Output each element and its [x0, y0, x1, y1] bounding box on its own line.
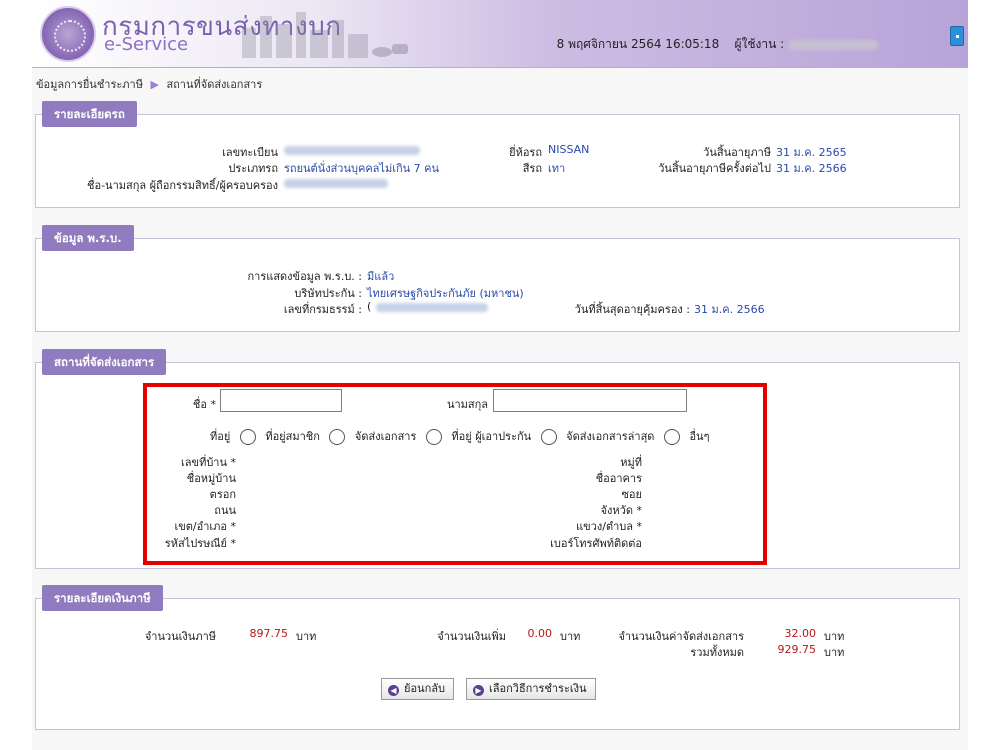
radio-insured-address[interactable] — [425, 429, 442, 445]
option-latest-delivery-label: จัดส่งเอกสารล่าสุด — [566, 430, 655, 443]
phone-label: เบอร์โทรศัพท์ติดต่อ — [550, 537, 642, 550]
vehicle-details-legend: รายละเอียดรถ — [42, 101, 137, 127]
header-info: 8 พฤศจิกายน 2564 16:05:18 ผู้ใช้งาน : — [557, 35, 878, 54]
first-name-input[interactable] — [220, 389, 342, 412]
tax-amount-legend: รายละเอียดเงินภาษี — [42, 585, 163, 611]
eservice-logo-text: e-Service — [104, 34, 189, 55]
next-tax-expiry-label: วันสิ้นอายุภาษีครั้งต่อไป — [658, 162, 771, 175]
choose-payment-button[interactable]: ▶ เลือกวิธีการชำระเงิน — [466, 678, 596, 700]
choose-payment-button-label: เลือกวิธีการชำระเงิน — [489, 682, 587, 695]
redacted-owner-value — [284, 179, 388, 188]
arrow-right-icon: ▶ — [473, 685, 484, 696]
header-banner: กรมการขนส่งทางบก e-Service 8 พฤศจิกายน 2… — [32, 0, 968, 68]
first-name-label: ชื่อ * — [192, 398, 216, 411]
delivery-address-legend: สถานที่จัดส่งเอกสาร — [42, 349, 167, 375]
owner-label: ชื่อ-นามสกุล ผู้ถือกรรมสิทธิ์/ผู้ครอบครอ… — [87, 179, 278, 192]
insurance-legend: ข้อมูล พ.ร.บ. — [42, 225, 134, 251]
vehicle-type-value: รถยนต์นั่งส่วนบุคคลไม่เกิน 7 คน — [284, 162, 440, 175]
back-button[interactable]: ◀ ย้อนกลับ — [381, 678, 454, 700]
total-value: 929.75 — [777, 643, 817, 656]
vehicle-details-section: รายละเอียดรถ เลขทะเบียน ประเภทรถ รถยนต์น… — [35, 101, 960, 208]
logout-button[interactable] — [950, 26, 964, 46]
breadcrumb-item-delivery-address: สถานที่จัดส่งเอกสาร — [166, 78, 263, 91]
address-type-row: ที่อยู่ ที่อยู่สมาชิก จัดส่งเอกสาร ที่อย… — [210, 427, 710, 445]
last-name-label: นามสกุล — [446, 398, 488, 411]
option-member-address-label: ที่อยู่สมาชิก — [265, 430, 320, 443]
insurance-display-label: การแสดงข้อมูล พ.ร.บ. : — [247, 270, 362, 283]
header-user-label: ผู้ใช้งาน : — [734, 37, 785, 51]
breadcrumb-item-tax-submission[interactable]: ข้อมูลการยื่นชำระภาษี — [36, 78, 143, 91]
dlt-seal-logo — [40, 6, 96, 62]
color-label: สีรถ — [522, 162, 542, 175]
color-value: เทา — [548, 162, 566, 175]
tax-amount-label: จำนวนเงินภาษี — [144, 630, 216, 643]
coverage-end-label: วันที่สิ้นสุดอายุคุ้มครอง : — [574, 303, 690, 316]
total-label: รวมทั้งหมด — [690, 646, 744, 659]
extra-amount-label: จำนวนเงินเพิ่ม — [437, 630, 506, 643]
delivery-fee-value: 32.00 — [784, 627, 817, 640]
city-skyline-decoration — [242, 12, 408, 58]
insurance-company-value: ไทยเศรษฐกิจประกันภัย (มหาชน) — [367, 287, 524, 300]
extra-amount-currency: บาท — [560, 630, 581, 643]
option-document-delivery-label: จัดส่งเอกสาร — [354, 430, 417, 443]
subdistrict-label: แขวง/ตำบล * — [576, 520, 642, 533]
back-button-label: ย้อนกลับ — [404, 682, 445, 695]
postal-code-label: รหัสไปรษณีย์ * — [164, 537, 236, 550]
district-label: เขต/อำเภอ * — [174, 520, 236, 533]
insurance-display-value: มีแล้ว — [367, 270, 395, 283]
last-name-input[interactable] — [493, 389, 687, 412]
extra-amount-value: 0.00 — [527, 627, 553, 640]
radio-latest-delivery[interactable] — [540, 429, 557, 445]
radio-other[interactable] — [663, 429, 680, 445]
breadcrumb-arrow-icon: ▶ — [150, 78, 159, 91]
redacted-plate-value — [284, 146, 420, 155]
policy-number-visible-char: ( — [367, 300, 372, 313]
breadcrumb: ข้อมูลการยื่นชำระภาษี ▶ สถานที่จัดส่งเอก… — [36, 75, 262, 93]
radio-member-address[interactable] — [239, 429, 256, 445]
redacted-username — [788, 39, 878, 50]
radio-document-delivery[interactable] — [329, 429, 346, 445]
redacted-policy-number — [376, 303, 488, 312]
tax-amount-section: รายละเอียดเงินภาษี จำนวนเงินภาษี 897.75 … — [35, 585, 960, 730]
delivery-address-section: สถานที่จัดส่งเอกสาร ชื่อ * นามสกุล ที่อย… — [35, 349, 960, 569]
header-datetime: 8 พฤศจิกายน 2564 16:05:18 — [556, 37, 720, 51]
page: กรมการขนส่งทางบก e-Service 8 พฤศจิกายน 2… — [32, 0, 968, 750]
total-currency: บาท — [824, 646, 845, 659]
tax-amount-currency: บาท — [296, 630, 317, 643]
policy-number-label: เลขที่กรมธรรม์ : — [283, 303, 362, 316]
option-other-label: อื่นๆ — [689, 430, 710, 443]
next-tax-expiry-value: 31 ม.ค. 2566 — [776, 162, 847, 175]
brand-value: NISSAN — [548, 143, 590, 156]
coverage-end-value: 31 ม.ค. 2566 — [694, 303, 765, 316]
insurance-section: ข้อมูล พ.ร.บ. การแสดงข้อมูล พ.ร.บ. : มีแ… — [35, 225, 960, 332]
vehicle-type-label: ประเภทรถ — [228, 162, 278, 175]
tax-amount-value: 897.75 — [249, 627, 289, 640]
address-label: ที่อยู่ — [210, 430, 231, 443]
option-insured-address-label: ที่อยู่ ผู้เอาประกัน — [451, 430, 532, 443]
arrow-left-icon: ◀ — [388, 685, 399, 696]
